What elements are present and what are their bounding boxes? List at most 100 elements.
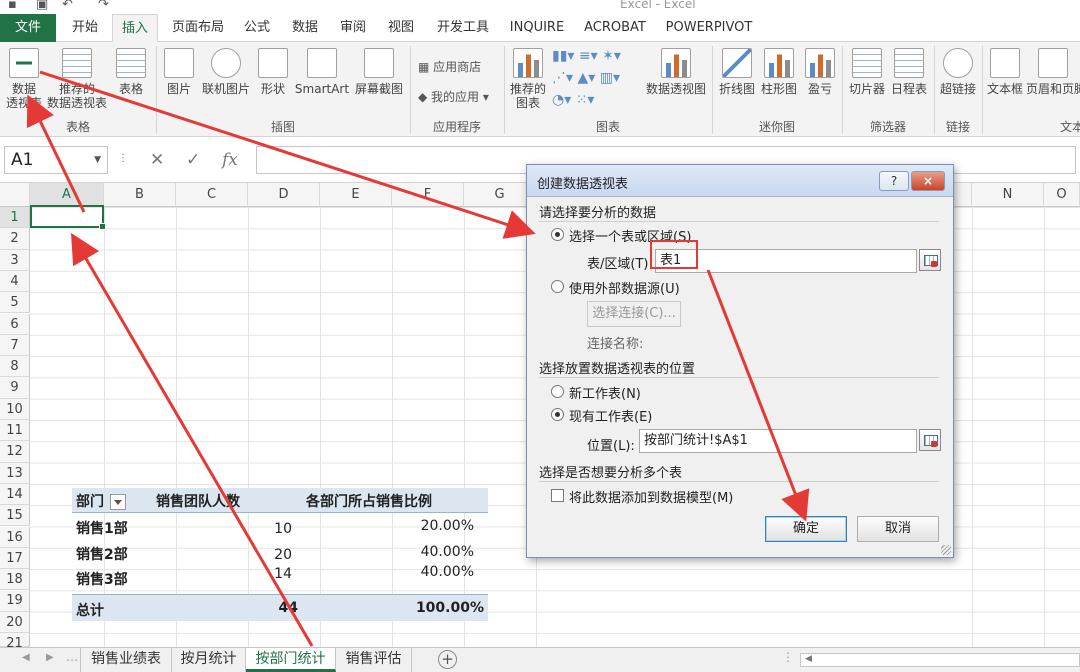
sheet-tab-evaluation[interactable]: 销售评估 — [336, 648, 412, 672]
row-header[interactable]: 17 — [0, 547, 30, 570]
cancel-button[interactable]: 取消 — [857, 516, 939, 542]
tab-acrobat[interactable]: ACROBAT — [576, 14, 654, 42]
app-store-button[interactable]: ▦ 应用商店 — [418, 58, 481, 75]
col-header-b[interactable]: B — [104, 183, 176, 207]
row-header[interactable]: 21 — [0, 633, 30, 647]
undo-icon[interactable]: ↶ — [62, 0, 73, 12]
range-input[interactable]: 表1 — [655, 249, 917, 273]
row-header[interactable]: 15 — [0, 505, 30, 527]
tab-view[interactable]: 视图 — [380, 14, 422, 42]
header-footer-button[interactable]: 页眉和页脚 — [1026, 48, 1080, 96]
picture-button[interactable]: 图片 — [160, 48, 198, 96]
resize-grip-icon[interactable] — [941, 545, 951, 555]
cancel-icon[interactable]: ✕ — [150, 150, 164, 170]
col-header-o[interactable]: O — [1044, 183, 1080, 207]
sheet-tab-monthly[interactable]: 按月统计 — [172, 648, 246, 672]
pivot-chart-button[interactable]: 数据透视图 — [644, 48, 708, 96]
tab-developer[interactable]: 开发工具 — [428, 14, 498, 42]
save-icon[interactable]: ▣ — [36, 0, 48, 12]
filter-dropdown-icon[interactable] — [110, 494, 126, 510]
shapes-button[interactable]: 形状 — [256, 48, 290, 96]
recommended-charts-button[interactable]: 推荐的 图表 — [508, 48, 548, 110]
name-box[interactable]: A1 ▼ — [4, 146, 108, 174]
timeline-button[interactable]: 日程表 — [888, 48, 930, 96]
row-header[interactable]: 12 — [0, 441, 30, 463]
row-header[interactable]: 6 — [0, 313, 30, 335]
scroll-left-icon[interactable]: ◀ — [805, 654, 812, 664]
radio-new-worksheet[interactable] — [551, 385, 564, 398]
tab-formulas[interactable]: 公式 — [236, 14, 278, 42]
col-header-d[interactable]: D — [248, 183, 320, 207]
choose-connection-button[interactable]: 选择连接(C)... — [587, 301, 681, 327]
row-header[interactable]: 3 — [0, 249, 30, 271]
insert-function-icon[interactable]: fx — [222, 150, 238, 170]
online-picture-button[interactable]: 联机图片 — [200, 48, 252, 96]
tab-review[interactable]: 审阅 — [332, 14, 374, 42]
row-header[interactable]: 8 — [0, 356, 30, 378]
selected-cell-a1[interactable] — [30, 205, 106, 230]
tab-page-layout[interactable]: 页面布局 — [164, 14, 232, 42]
row-header[interactable]: 18 — [0, 569, 30, 591]
textbox-button[interactable]: 文本框 — [984, 48, 1026, 96]
pie-chart-icon[interactable]: ◔▾ ⁙▾ — [552, 92, 594, 108]
help-button[interactable]: ? — [879, 171, 909, 191]
radio-external-source-label[interactable]: 使用外部数据源(U) — [569, 278, 680, 297]
line-chart-icon[interactable]: ⋰▾ ▲▾ ▥▾ — [552, 70, 620, 86]
col-header-n[interactable]: N — [972, 183, 1044, 207]
splitter-icon[interactable]: ⋮ — [782, 650, 794, 664]
add-sheet-icon[interactable]: + — [438, 650, 457, 669]
row-header[interactable]: 16 — [0, 526, 30, 548]
add-to-data-model-label[interactable]: 将此数据添加到数据模型(M) — [569, 487, 733, 506]
row-header[interactable]: 11 — [0, 420, 30, 442]
line-sparkline-button[interactable]: 折线图 — [716, 48, 758, 96]
col-header-a[interactable]: A — [30, 183, 104, 207]
radio-table-range[interactable] — [551, 228, 564, 241]
my-apps-button[interactable]: ◆ 我的应用 ▾ — [418, 88, 489, 105]
row-header[interactable]: 2 — [0, 228, 30, 250]
row-header[interactable]: 14 — [0, 483, 30, 506]
slicer-button[interactable]: 切片器 — [846, 48, 888, 96]
more-sheets-icon[interactable]: … — [66, 650, 78, 664]
location-input[interactable]: 按部门统计!$A$1 — [639, 429, 917, 453]
tab-file[interactable]: 文件 — [0, 14, 56, 42]
column-sparkline-button[interactable]: 柱形图 — [758, 48, 800, 96]
row-header[interactable]: 9 — [0, 377, 30, 399]
row-header[interactable]: 10 — [0, 398, 30, 420]
table-button[interactable]: 表格 — [112, 48, 150, 96]
close-button[interactable]: × — [911, 171, 945, 191]
next-sheet-icon[interactable]: ▶ — [46, 652, 54, 663]
prev-sheet-icon[interactable]: ◀ — [22, 652, 30, 663]
collapse-location-icon[interactable] — [919, 429, 941, 451]
tab-data[interactable]: 数据 — [284, 14, 326, 42]
col-header-c[interactable]: C — [176, 183, 248, 207]
radio-existing-worksheet-label[interactable]: 现有工作表(E) — [569, 406, 652, 425]
radio-table-range-label[interactable]: 选择一个表或区域(S) — [569, 226, 691, 245]
collapse-range-icon[interactable] — [919, 249, 941, 271]
row-header[interactable]: 19 — [0, 590, 30, 612]
radio-new-worksheet-label[interactable]: 新工作表(N) — [569, 383, 641, 402]
sheet-tab-sales-performance[interactable]: 销售业绩表 — [80, 648, 172, 672]
enter-icon[interactable]: ✓ — [186, 150, 200, 170]
ok-button[interactable]: 确定 — [765, 516, 847, 542]
dialog-title-bar[interactable]: 创建数据透视表 ? × — [527, 165, 953, 197]
horizontal-scrollbar[interactable]: ◀ — [800, 653, 1080, 667]
row-header[interactable]: 1 — [0, 207, 30, 229]
screenshot-button[interactable]: 屏幕截图 — [352, 48, 406, 96]
row-header[interactable]: 7 — [0, 334, 30, 357]
row-header[interactable]: 13 — [0, 462, 30, 484]
tab-home[interactable]: 开始 — [62, 14, 108, 42]
radio-external-source[interactable] — [551, 280, 564, 293]
add-to-data-model-checkbox[interactable] — [551, 489, 564, 502]
tab-powerpivot[interactable]: POWERPIVOT — [660, 14, 758, 42]
row-header[interactable]: 20 — [0, 611, 30, 633]
radio-existing-worksheet[interactable] — [551, 408, 564, 421]
tab-insert[interactable]: 插入 — [112, 14, 158, 42]
smartart-button[interactable]: SmartArt — [294, 48, 350, 96]
pivot-table-button[interactable]: 数据 透视表 — [4, 48, 44, 110]
row-header[interactable]: 5 — [0, 292, 30, 314]
redo-icon[interactable]: ↷ — [98, 0, 109, 12]
hyperlink-button[interactable]: 超链接 — [936, 48, 980, 96]
select-all-corner[interactable] — [0, 183, 30, 207]
winloss-sparkline-button[interactable]: 盈亏 — [802, 48, 838, 96]
col-header-e[interactable]: E — [320, 183, 392, 207]
